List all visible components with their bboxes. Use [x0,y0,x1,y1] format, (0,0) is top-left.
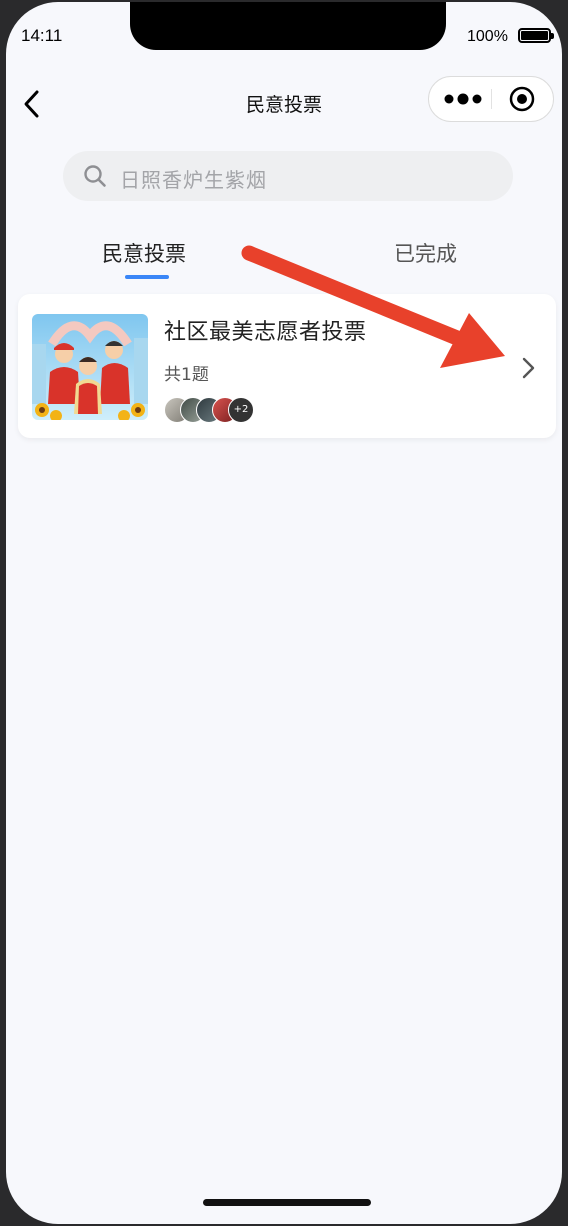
status-time: 14:11 [21,26,63,45]
vote-title: 社区最美志愿者投票 [164,320,367,345]
vote-thumbnail [32,314,148,420]
miniprogram-capsule [428,76,554,122]
more-participants-badge: +2 [228,397,254,423]
search-input[interactable]: 日照香炉生紫烟 [63,151,513,201]
tab-completed[interactable]: 已完成 [394,238,457,268]
chevron-right-icon[interactable] [516,355,540,381]
battery-icon [518,28,554,43]
target-close-icon[interactable] [509,86,535,112]
vote-card[interactable]: 社区最美志愿者投票 共1题 +2 [18,294,556,438]
capsule-divider [491,89,492,109]
participant-avatars: +2 [164,397,274,423]
phone-screen: 14:11 100% 民意投票 日照香炉生紫烟 民意投票 已完成 社区最美志愿者… [6,2,562,1224]
battery-fill [521,31,548,40]
search-placeholder: 日照香炉生紫烟 [120,168,267,192]
home-indicator [203,1199,371,1206]
question-count: 共1题 [164,365,209,385]
battery-cap [551,33,554,39]
more-dots-icon[interactable] [443,89,485,109]
tab-vote[interactable]: 民意投票 [102,238,186,268]
battery-percentage: 100% [467,28,508,45]
device-notch [130,2,446,50]
tab-active-indicator [125,275,169,279]
volunteers-illustration [32,314,148,420]
search-icon [84,165,106,187]
